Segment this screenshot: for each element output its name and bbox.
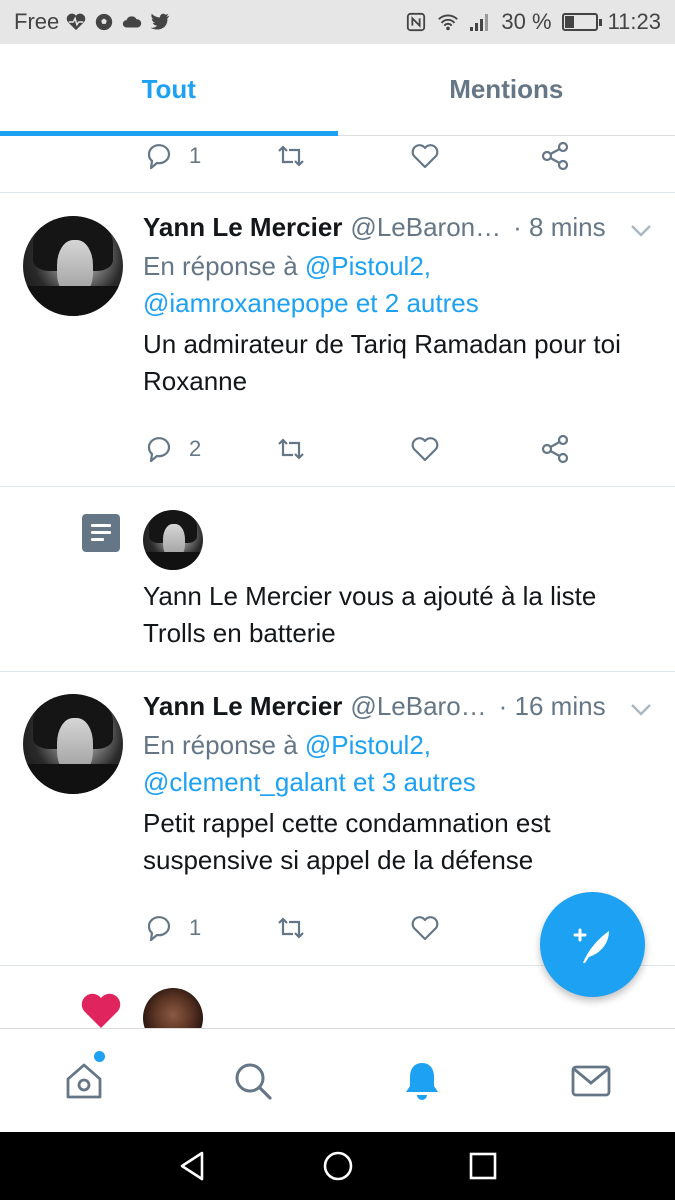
reply-prefix: En réponse à [143, 251, 298, 281]
reply-button[interactable]: 2 [143, 429, 201, 469]
wifi-icon [438, 14, 459, 31]
battery-fill [564, 16, 575, 28]
system-navigation-bar [0, 1132, 675, 1200]
nav-search[interactable] [169, 1029, 338, 1132]
tweet-header: Yann Le Mercier @LeBaron… · 8 mins [143, 212, 606, 243]
tweet-time: · 16 mins [498, 691, 606, 721]
reply-count: 2 [189, 436, 202, 461]
reply-link[interactable]: @iamroxanepope et 2 autres [143, 288, 479, 318]
chevron-down-icon[interactable] [630, 224, 652, 238]
compose-tweet-button[interactable] [540, 892, 645, 997]
tab-mentions[interactable]: Mentions [338, 44, 675, 135]
list-icon [82, 514, 120, 552]
reply-count: 1 [189, 915, 202, 940]
tweet-actions-top: 1 [143, 136, 593, 176]
search-icon [235, 1063, 272, 1100]
share-button[interactable] [539, 136, 571, 176]
heart-outline-icon [411, 144, 439, 169]
share-icon [541, 434, 569, 464]
tweet-actions: 1 [143, 908, 593, 948]
carrier-label: Free [14, 9, 60, 34]
author-handle: @LeBaron… [350, 212, 502, 242]
tweet-text: Un admirateur de Tariq Ramadan pour toi … [143, 329, 621, 396]
nav-notifications[interactable] [338, 1029, 507, 1132]
home-circle-icon[interactable] [321, 1149, 355, 1183]
retweet-button[interactable] [275, 908, 307, 948]
tweet-header: Yann Le Mercier @LeBaro… · 16 mins [143, 691, 606, 722]
retweet-button[interactable] [275, 429, 307, 469]
tweet-text: Petit rappel cette condamnation est susp… [143, 808, 551, 875]
bottom-navigation [0, 1028, 675, 1132]
share-button[interactable] [539, 429, 571, 469]
tweet-time: · 8 mins [513, 212, 606, 242]
reply-context: En réponse à @Pistoul2, @iamroxanepope e… [143, 248, 479, 322]
reply-link[interactable]: @clement_galant et 3 autres [143, 767, 476, 797]
nav-messages[interactable] [506, 1029, 675, 1132]
tab-all[interactable]: Tout [0, 44, 338, 136]
signal-icon [470, 14, 489, 31]
share-icon [541, 141, 569, 171]
divider [0, 671, 675, 672]
avatar[interactable] [23, 216, 123, 316]
notification-tabs: Tout Mentions [0, 44, 675, 136]
battery-icon [561, 13, 602, 31]
nfc-icon [407, 12, 426, 32]
reply-icon [147, 144, 171, 170]
retweet-icon [278, 438, 304, 460]
avatar[interactable] [143, 988, 203, 1028]
new-content-dot [94, 1051, 105, 1062]
list-notice-text: Yann Le Mercier vous a ajouté à la liste… [143, 581, 597, 648]
status-bar: Free 30 % 11:23 [0, 0, 675, 44]
reply-link[interactable]: @Pistoul2, [305, 251, 431, 281]
twitter-bird-icon [150, 13, 170, 30]
reply-link[interactable]: @Pistoul2, [305, 730, 431, 760]
retweet-button[interactable] [275, 136, 307, 176]
retweet-icon [278, 145, 304, 167]
cloud-icon [123, 16, 142, 28]
heart-outline-icon [411, 437, 439, 462]
reply-prefix: En réponse à [143, 730, 298, 760]
retweet-icon [278, 917, 304, 939]
reply-icon [147, 916, 171, 942]
reply-button[interactable]: 1 [143, 908, 201, 948]
author-name[interactable]: Yann Le Mercier [143, 212, 342, 243]
nav-home[interactable] [0, 1029, 169, 1132]
soccer-ball-icon [96, 13, 113, 31]
heart-outline-icon [411, 916, 439, 941]
reply-icon [147, 437, 171, 463]
heart-filled-icon [81, 993, 121, 1028]
battery-percent: 30 % [501, 9, 552, 34]
like-button[interactable] [409, 908, 441, 948]
messages-icon [571, 1065, 611, 1096]
chevron-down-icon[interactable] [630, 703, 652, 717]
divider [0, 486, 675, 487]
reply-context: En réponse à @Pistoul2, @clement_galant … [143, 727, 476, 801]
compose-feather-icon [573, 928, 609, 963]
like-button[interactable] [409, 136, 441, 176]
recents-icon[interactable] [466, 1149, 500, 1183]
home-icon [66, 1063, 102, 1098]
avatar[interactable] [143, 510, 203, 570]
back-icon[interactable] [176, 1149, 210, 1183]
author-name[interactable]: Yann Le Mercier [143, 691, 342, 722]
avatar[interactable] [23, 694, 123, 794]
author-handle: @LeBaro… [350, 691, 487, 721]
like-button[interactable] [409, 429, 441, 469]
divider [0, 192, 675, 193]
heart-pulse-icon [66, 13, 86, 31]
reply-button[interactable]: 1 [143, 136, 201, 176]
tweet-actions: 2 [143, 429, 593, 469]
reply-count: 1 [189, 143, 202, 168]
clock: 11:23 [607, 9, 661, 34]
notifications-icon [405, 1062, 438, 1100]
